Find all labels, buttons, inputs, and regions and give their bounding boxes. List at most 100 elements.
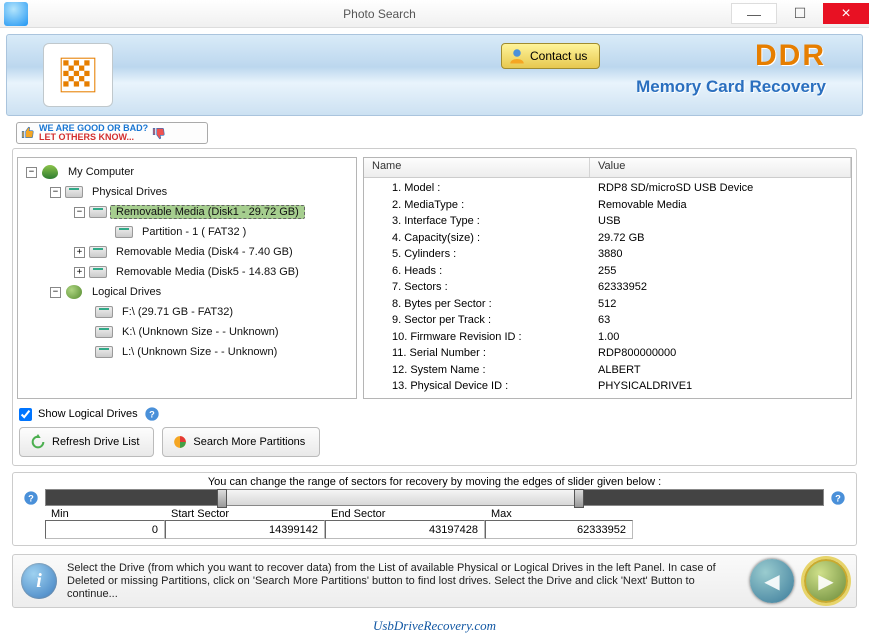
property-row[interactable]: 10. Firmware Revision ID :1.00 (364, 329, 851, 346)
subtitle-text: Memory Card Recovery (636, 77, 826, 97)
site-link[interactable]: UsbDriveRecovery.com (0, 614, 869, 634)
drive-tree[interactable]: − My Computer − Physical Drives − Remova… (17, 157, 357, 399)
tree-logical-item[interactable]: K:\ (Unknown Size - - Unknown) (116, 325, 285, 339)
back-button[interactable]: ◀ (750, 559, 794, 603)
tree-item[interactable]: Removable Media (Disk4 - 7.40 GB) (110, 245, 299, 259)
property-value: PHYSICALDRIVE1 (590, 380, 851, 392)
svg-text:?: ? (149, 409, 155, 419)
refresh-drive-list-button[interactable]: Refresh Drive List (19, 427, 154, 457)
app-icon (4, 2, 28, 26)
end-label: End Sector (325, 508, 485, 520)
tree-physical[interactable]: Physical Drives (86, 185, 173, 199)
property-name: 3. Interface Type : (364, 215, 590, 227)
property-value: 62333952 (590, 281, 851, 293)
pie-chart-icon (173, 435, 187, 449)
property-value: 1.00 (590, 331, 851, 343)
max-field (485, 520, 633, 539)
close-button[interactable]: × (823, 3, 869, 24)
tree-root[interactable]: My Computer (62, 165, 140, 179)
property-name: 12. System Name : (364, 364, 590, 376)
help-icon[interactable]: ? (23, 490, 39, 506)
drive-icon (95, 306, 113, 318)
column-name[interactable]: Name (364, 158, 590, 177)
expander-icon[interactable]: − (50, 187, 61, 198)
contact-us-button[interactable]: Contact us (501, 43, 600, 69)
window-title: Photo Search (28, 7, 731, 21)
property-value: 29.72 GB (590, 232, 851, 244)
property-row[interactable]: 11. Serial Number :RDP800000000 (364, 345, 851, 362)
expander-icon[interactable]: + (74, 267, 85, 278)
expander-icon[interactable]: − (50, 287, 61, 298)
end-sector-field[interactable] (325, 520, 485, 539)
property-value: RDP8 SD/microSD USB Device (590, 182, 851, 194)
maximize-button[interactable]: ☐ (777, 3, 823, 24)
start-sector-field[interactable] (165, 520, 325, 539)
property-row[interactable]: 8. Bytes per Sector :512 (364, 296, 851, 313)
min-label: Min (45, 508, 165, 520)
property-name: 4. Capacity(size) : (364, 232, 590, 244)
tree-item[interactable]: Removable Media (Disk5 - 14.83 GB) (110, 265, 305, 279)
triangle-left-icon: ◀ (764, 569, 779, 594)
property-name: 2. MediaType : (364, 199, 590, 211)
main-panel: − My Computer − Physical Drives − Remova… (12, 148, 857, 466)
tree-logical-item[interactable]: L:\ (Unknown Size - - Unknown) (116, 345, 283, 359)
expander-icon[interactable]: + (74, 247, 85, 258)
property-name: 1. Model : (364, 182, 590, 194)
computer-icon (42, 165, 58, 179)
sector-slider[interactable] (45, 489, 824, 506)
search-more-partitions-button[interactable]: Search More Partitions (162, 427, 320, 457)
next-button[interactable]: ▶ (804, 559, 848, 603)
titlebar[interactable]: Photo Search — ☐ × (0, 0, 869, 28)
show-logical-checkbox[interactable] (19, 408, 32, 421)
drive-icon (89, 206, 107, 218)
expander-icon[interactable]: − (74, 207, 85, 218)
slider-handle-end[interactable] (574, 489, 584, 508)
thumb-down-icon (152, 126, 166, 140)
help-icon[interactable]: ? (144, 406, 160, 422)
property-row[interactable]: 2. MediaType :Removable Media (364, 197, 851, 214)
property-row[interactable]: 6. Heads :255 (364, 263, 851, 280)
property-row[interactable]: 9. Sector per Track :63 (364, 312, 851, 329)
expander-icon[interactable]: − (26, 167, 37, 178)
minimize-button[interactable]: — (731, 3, 777, 24)
footer-panel: i Select the Drive (from which you want … (12, 554, 857, 608)
property-row[interactable]: 1. Model :RDP8 SD/microSD USB Device (364, 180, 851, 197)
property-row[interactable]: 12. System Name :ALBERT (364, 362, 851, 379)
partition-icon (115, 226, 133, 238)
slider-handle-start[interactable] (217, 489, 227, 508)
tree-item-selected[interactable]: Removable Media (Disk1 - 29.72 GB) (110, 205, 305, 219)
drive-icon (65, 186, 83, 198)
column-value[interactable]: Value (590, 158, 851, 177)
drive-icon (95, 346, 113, 358)
property-row[interactable]: 5. Cylinders :3880 (364, 246, 851, 263)
property-value: 512 (590, 298, 851, 310)
property-value: RDP800000000 (590, 347, 851, 359)
properties-header[interactable]: Name Value (364, 158, 851, 178)
property-value: Removable Media (590, 199, 851, 211)
show-logical-label: Show Logical Drives (38, 408, 138, 420)
property-name: 5. Cylinders : (364, 248, 590, 260)
properties-panel: Name Value 1. Model :RDP8 SD/microSD USB… (363, 157, 852, 399)
thumb-up-icon (21, 126, 35, 140)
tree-partition[interactable]: Partition - 1 ( FAT32 ) (136, 225, 252, 239)
logo-icon (57, 54, 99, 96)
triangle-right-icon: ▶ (818, 569, 833, 594)
svg-text:?: ? (835, 493, 841, 503)
feedback-button[interactable]: WE ARE GOOD OR BAD? LET OTHERS KNOW... (16, 122, 208, 144)
property-row[interactable]: 4. Capacity(size) :29.72 GB (364, 230, 851, 247)
help-icon[interactable]: ? (830, 490, 846, 506)
tree-logical[interactable]: Logical Drives (86, 285, 167, 299)
property-row[interactable]: 7. Sectors :62333952 (364, 279, 851, 296)
property-row[interactable]: 13. Physical Device ID :PHYSICALDRIVE1 (364, 378, 851, 395)
property-row[interactable]: 3. Interface Type :USB (364, 213, 851, 230)
min-field (45, 520, 165, 539)
footer-text: Select the Drive (from which you want to… (67, 562, 740, 601)
property-name: 11. Serial Number : (364, 347, 590, 359)
start-label: Start Sector (165, 508, 325, 520)
property-value: 63 (590, 314, 851, 326)
contact-label: Contact us (530, 49, 587, 63)
sector-range-panel: You can change the range of sectors for … (12, 472, 857, 546)
property-value: 3880 (590, 248, 851, 260)
tree-logical-item[interactable]: F:\ (29.71 GB - FAT32) (116, 305, 239, 319)
drive-icon (89, 246, 107, 258)
